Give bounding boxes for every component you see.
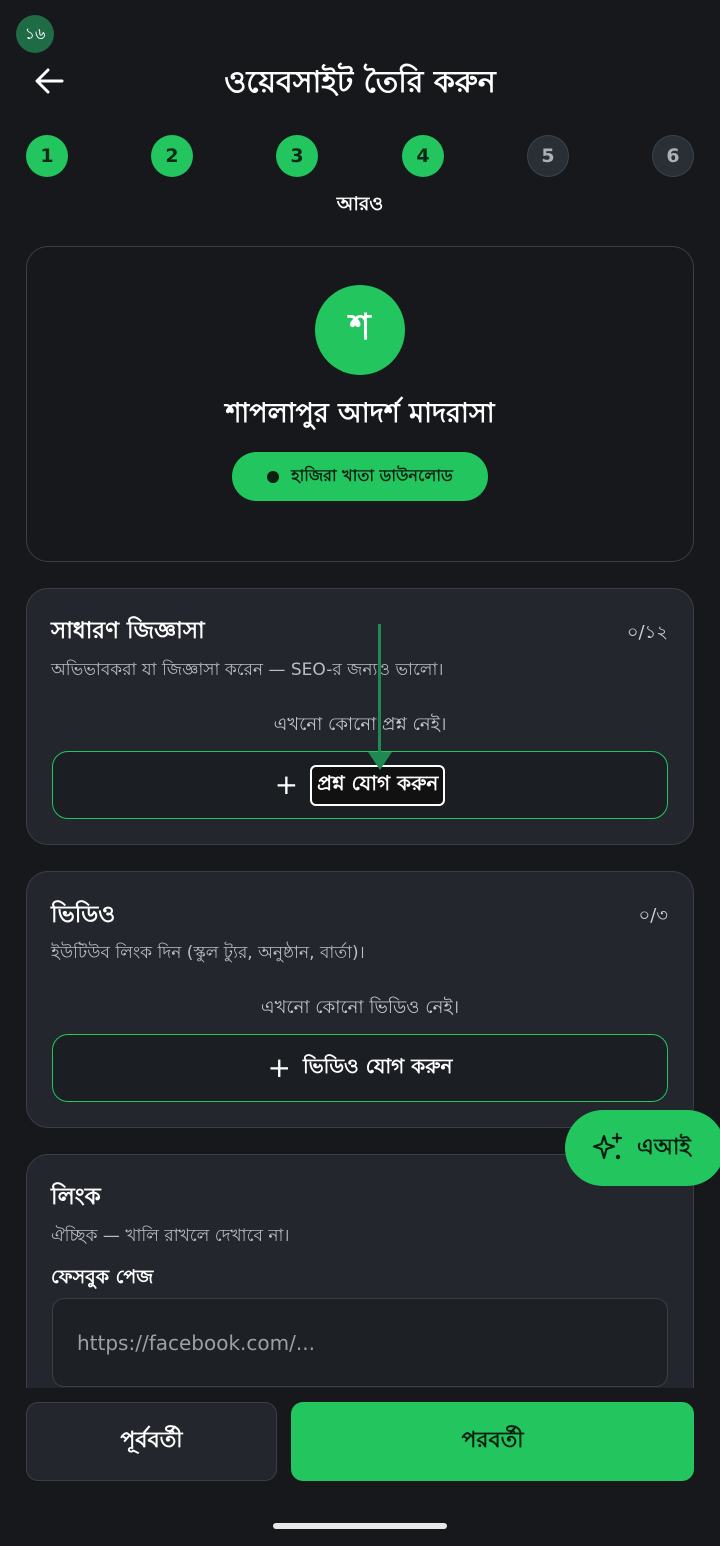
facebook-label: ফেসবুক পেজ — [51, 1266, 154, 1288]
facebook-url-input[interactable]: https://facebook.com/... — [52, 1298, 668, 1387]
links-description: ঐচ্ছিক — খালি রাখলে দেখাবে না। — [51, 1226, 290, 1246]
ai-assistant-button[interactable]: এআই — [565, 1110, 720, 1186]
plus-icon: + — [274, 768, 299, 801]
links-title: লিংক — [51, 1184, 101, 1210]
step-2[interactable]: 2 — [151, 135, 193, 177]
status-badge: ১৬ — [16, 15, 54, 53]
faq-empty-text: এখনো কোনো প্রশ্ন নেই। — [273, 714, 447, 735]
step-5[interactable]: 5 — [527, 135, 569, 177]
video-description: ইউটিউব লিংক দিন (স্কুল ট্যুর, অনুষ্ঠান, … — [51, 943, 365, 963]
home-indicator[interactable] — [273, 1523, 447, 1529]
plus-icon: + — [267, 1051, 291, 1084]
school-name: শাপলাপুর আদর্শ মাদরাসা — [225, 398, 495, 429]
dot-icon — [267, 470, 280, 483]
step-4[interactable]: 4 — [402, 135, 444, 177]
add-question-label: প্রশ্ন যোগ করুন — [310, 764, 446, 806]
attendance-download-button[interactable]: হাজিরা খাতা ডাউনলোড — [232, 452, 488, 501]
step-caption: আরও — [336, 193, 384, 215]
step-1[interactable]: 1 — [26, 135, 68, 177]
add-video-label: ভিডিও যোগ করুন — [302, 1053, 453, 1078]
faq-title: সাধারণ জিজ্ঞাসা — [51, 618, 205, 644]
video-count: ০/৩ — [638, 905, 668, 926]
next-button[interactable]: পরবর্তী — [291, 1402, 694, 1481]
pointer-arrow-line — [378, 624, 381, 760]
faq-count: ০/১২ — [626, 622, 668, 643]
add-video-button[interactable]: + ভিডিও যোগ করুন — [52, 1034, 668, 1102]
previous-button[interactable]: পূর্ববর্তী — [26, 1402, 277, 1481]
facebook-url-placeholder: https://facebook.com/... — [77, 1330, 315, 1355]
pointer-arrow-head-icon — [368, 752, 392, 770]
step-6[interactable]: 6 — [652, 135, 694, 177]
video-empty-text: এখনো কোনো ভিডিও নেই। — [260, 997, 460, 1018]
avatar: শ — [315, 285, 405, 375]
add-question-button[interactable]: + প্রশ্ন যোগ করুন — [52, 751, 668, 819]
attendance-download-label: হাজিরা খাতা ডাউনলোড — [291, 466, 453, 485]
step-3[interactable]: 3 — [276, 135, 318, 177]
video-title: ভিডিও — [51, 902, 116, 928]
faq-description: অভিভাবকরা যা জিজ্ঞাসা করেন — SEO-র জন্যও… — [51, 660, 444, 680]
page-title: ওয়েবসাইট তৈরি করুন — [224, 65, 496, 100]
ai-assistant-label: এআই — [637, 1134, 691, 1160]
sparkles-icon — [592, 1132, 623, 1160]
